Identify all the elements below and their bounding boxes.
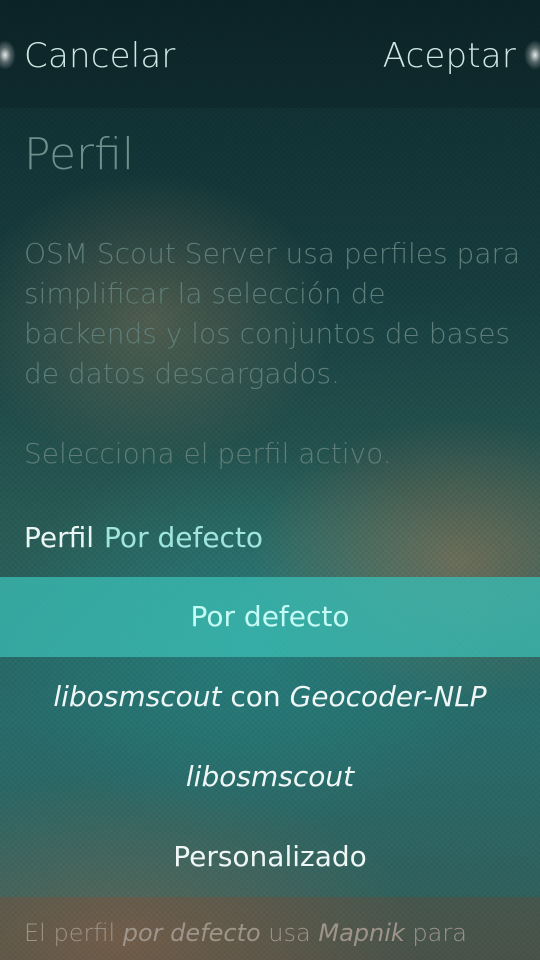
menu-item-label: libosmscout (185, 760, 355, 793)
footer-part-italic: por defecto (122, 919, 261, 947)
menu-item-label: Personalizado (173, 840, 367, 873)
profile-combo[interactable]: Perfil Por defecto (24, 516, 263, 560)
menu-item-por-defecto[interactable]: Por defecto (0, 577, 540, 657)
menu-item-personalizado[interactable]: Personalizado (0, 817, 540, 897)
footer-part: El perfil (24, 919, 123, 947)
combo-value: Por defecto (104, 521, 264, 554)
accept-button[interactable]: Aceptar (383, 28, 516, 84)
footer-part: para (404, 919, 467, 947)
menu-item-libosmscout-geocoder[interactable]: libosmscout con Geocoder-NLP (0, 657, 540, 737)
footer-note: El perfil por defecto usa Mapnik para (0, 897, 540, 960)
header-glow-left (0, 40, 16, 70)
profile-options-menu: Por defecto libosmscout con Geocoder-NLP… (0, 577, 540, 897)
select-hint: Selecciona el perfil activo. (24, 437, 392, 470)
combo-label: Perfil (24, 521, 95, 554)
footer-part: usa (260, 919, 319, 947)
cancel-button[interactable]: Cancelar (24, 28, 176, 84)
menu-item-label: Por defecto (190, 600, 350, 633)
header-glow-right (524, 40, 540, 70)
menu-item-libosmscout[interactable]: libosmscout (0, 737, 540, 817)
profile-description: OSM Scout Server usa perfiles para simpl… (24, 237, 521, 390)
menu-item-label-con: con (221, 680, 290, 713)
menu-item-label-libosmscout: libosmscout (53, 680, 222, 713)
menu-item-label-geocoder: Geocoder-NLP (289, 680, 487, 713)
footer-line: El perfil por defecto usa Mapnik para (24, 919, 467, 947)
footer-part-italic: Mapnik (318, 919, 405, 947)
dialog-header: Cancelar Aceptar (0, 0, 540, 108)
page-title: Perfil (24, 129, 135, 180)
profile-dialog: Cancelar Aceptar Perfil OSM Scout Server… (0, 0, 540, 960)
